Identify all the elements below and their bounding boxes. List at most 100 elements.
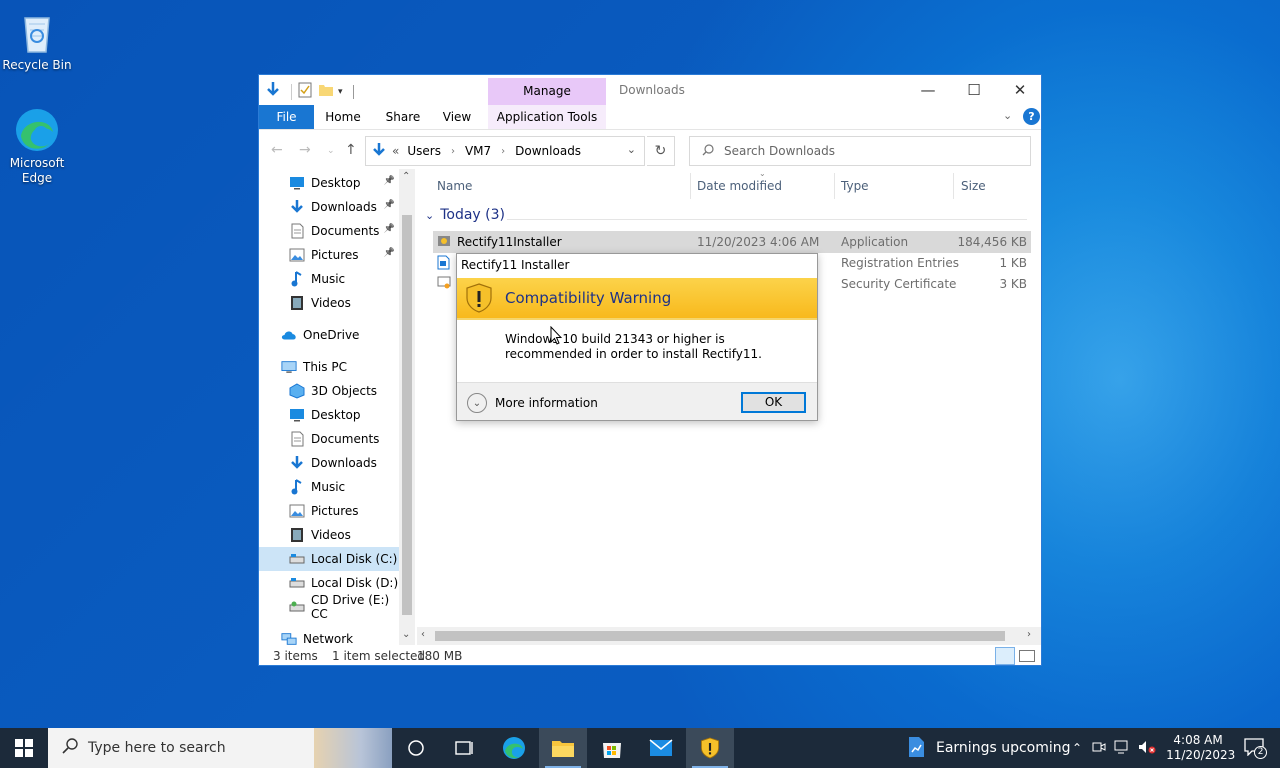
tab-view[interactable]: View <box>437 105 477 129</box>
scroll-right-icon[interactable]: › <box>1027 629 1031 640</box>
sidebar-item-desktop[interactable]: Desktop 📌 <box>259 171 399 195</box>
scroll-left-icon[interactable]: ‹ <box>421 629 425 640</box>
manage-context-tab[interactable]: Manage <box>488 78 606 105</box>
navigation-pane: Desktop 📌 Downloads 📌 Documents 📌 Pictures 📌 Mus… <box>259 169 415 645</box>
taskbar-search-box[interactable]: Type here to search <box>48 728 392 768</box>
breadcrumb-overflow[interactable]: « <box>392 144 399 158</box>
breadcrumb-downloads[interactable]: Downloads <box>515 144 581 158</box>
address-dropdown-icon[interactable]: ⌄ <box>627 143 636 156</box>
widgets-icon[interactable] <box>440 728 488 768</box>
sidebar-item-downloads[interactable]: Downloads 📌 <box>259 195 399 219</box>
scroll-down-icon[interactable]: ⌄ <box>402 629 410 640</box>
table-row[interactable]: Rectify11Installer 11/20/2023 4:06 AM Appl… <box>433 231 1031 253</box>
cd-drive-icon <box>289 599 305 615</box>
address-row: ← → ⌄ ↑ « Users › VM7 › Downloads ⌄ ↻ Se… <box>259 129 1041 169</box>
group-header-today[interactable]: ⌄ Today (3) <box>425 207 505 223</box>
meet-now-icon[interactable] <box>1092 740 1106 757</box>
volume-muted-icon[interactable] <box>1138 740 1156 757</box>
notification-center-icon[interactable]: 2 <box>1244 737 1268 759</box>
up-button[interactable]: ↑ <box>345 142 357 158</box>
sidebar-item-downloads[interactable]: Downloads <box>259 451 399 475</box>
sidebar-item-music[interactable]: Music <box>259 267 399 291</box>
sidebar-item-documents[interactable]: Documents 📌 <box>259 219 399 243</box>
pin-icon[interactable]: 📌 <box>384 200 395 210</box>
tab-file[interactable]: File <box>259 105 314 129</box>
divider <box>953 173 954 199</box>
search-input[interactable]: Search Downloads <box>689 136 1031 166</box>
forward-button[interactable]: → <box>299 142 311 158</box>
customize-qa-dropdown-icon[interactable]: ▾ <box>338 87 343 97</box>
installer-taskbar-icon[interactable] <box>686 728 734 768</box>
cell-size: 1 KB <box>999 256 1027 270</box>
pictures-icon <box>289 247 305 263</box>
sidebar-item-desktop[interactable]: Desktop <box>259 403 399 427</box>
tab-application-tools[interactable]: Application Tools <box>488 105 606 129</box>
sidebar-item-this-pc[interactable]: This PC <box>259 355 399 379</box>
recent-locations-icon[interactable]: ⌄ <box>327 146 335 156</box>
details-view-icon[interactable] <box>995 647 1015 665</box>
horizontal-scrollbar[interactable]: ‹ › <box>417 627 1041 645</box>
chevron-down-icon: ⌄ <box>425 208 435 222</box>
column-date-modified[interactable]: Date modified <box>697 179 782 193</box>
pin-icon[interactable]: 📌 <box>384 176 395 186</box>
news-widget[interactable]: Earnings upcoming <box>906 728 1071 768</box>
sidebar-item-network[interactable]: Network <box>259 627 399 645</box>
sidebar-item-local-disk-c[interactable]: Local Disk (C:) <box>259 547 399 571</box>
this-pc-icon <box>281 359 297 375</box>
clock[interactable]: 4:08 AM 11/20/2023 <box>1166 733 1235 763</box>
sidebar-item-videos[interactable]: Videos <box>259 523 399 547</box>
maximize-button[interactable]: ☐ <box>951 75 997 105</box>
desktop-icon-edge[interactable]: Microsoft Edge <box>0 106 74 186</box>
expand-ribbon-icon[interactable]: ⌄ <box>1003 109 1012 122</box>
tab-home[interactable]: Home <box>321 105 365 129</box>
refresh-button[interactable]: ↻ <box>647 136 675 166</box>
close-button[interactable]: ✕ <box>997 75 1043 105</box>
edge-taskbar-icon[interactable] <box>490 728 538 768</box>
breadcrumb-separator-icon: › <box>450 145 455 157</box>
column-name[interactable]: Name <box>437 179 472 193</box>
network-icon[interactable] <box>1114 740 1130 757</box>
sidebar-item-pictures[interactable]: Pictures <box>259 499 399 523</box>
mail-icon[interactable] <box>637 728 685 768</box>
sidebar-item-local-disk-d[interactable]: Local Disk (D:) <box>259 571 399 595</box>
large-icons-view-icon[interactable] <box>1019 650 1035 662</box>
minimize-button[interactable]: — <box>905 75 951 105</box>
address-bar[interactable]: « Users › VM7 › Downloads ⌄ <box>365 136 645 166</box>
scrollbar-thumb[interactable] <box>435 631 1005 641</box>
breadcrumb-separator-icon: › <box>501 145 506 157</box>
help-icon[interactable]: ? <box>1023 108 1040 125</box>
column-type[interactable]: Type <box>841 179 869 193</box>
scrollbar-thumb[interactable] <box>402 215 412 615</box>
back-button[interactable]: ← <box>271 142 283 158</box>
tab-share[interactable]: Share <box>381 105 425 129</box>
new-folder-icon[interactable] <box>318 82 338 101</box>
breadcrumb-vm7[interactable]: VM7 <box>465 144 491 158</box>
pin-icon[interactable]: 📌 <box>384 248 395 258</box>
sidebar-item-3d-objects[interactable]: 3D Objects <box>259 379 399 403</box>
column-size[interactable]: Size <box>961 179 986 193</box>
properties-icon[interactable] <box>298 82 318 101</box>
sidebar-item-onedrive[interactable]: OneDrive <box>259 323 399 347</box>
task-view-icon[interactable] <box>392 728 440 768</box>
sidebar-item-pictures[interactable]: Pictures 📌 <box>259 243 399 267</box>
cell-name: Rectify11Installer <box>457 235 562 249</box>
sidebar-item-music[interactable]: Music <box>259 475 399 499</box>
show-hidden-icons-icon[interactable]: ⌃ <box>1072 741 1082 755</box>
start-button[interactable] <box>0 728 48 768</box>
store-icon[interactable] <box>588 728 636 768</box>
desktop-icon-recycle-bin[interactable]: Recycle Bin <box>0 8 74 72</box>
sidebar-item-videos[interactable]: Videos <box>259 291 399 315</box>
file-explorer-taskbar-icon[interactable] <box>539 728 587 768</box>
download-icon <box>289 455 305 471</box>
chevron-down-icon: ⌄ <box>467 393 487 413</box>
nav-scrollbar[interactable]: ⌃ ⌄ <box>399 169 415 645</box>
desktop-icon-label: Recycle Bin <box>2 58 72 72</box>
sidebar-item-cd-drive-e-cc[interactable]: CD Drive (E:) CC <box>259 593 399 621</box>
ok-button[interactable]: OK <box>741 392 806 413</box>
scroll-up-icon[interactable]: ⌃ <box>402 171 410 182</box>
sidebar-item-documents[interactable]: Documents <box>259 427 399 451</box>
more-information-toggle[interactable]: ⌄ More information <box>467 393 598 413</box>
breadcrumb-users[interactable]: Users <box>407 144 441 158</box>
sidebar-item-label: Local Disk (C:) <box>311 552 398 566</box>
pin-icon[interactable]: 📌 <box>384 224 395 234</box>
